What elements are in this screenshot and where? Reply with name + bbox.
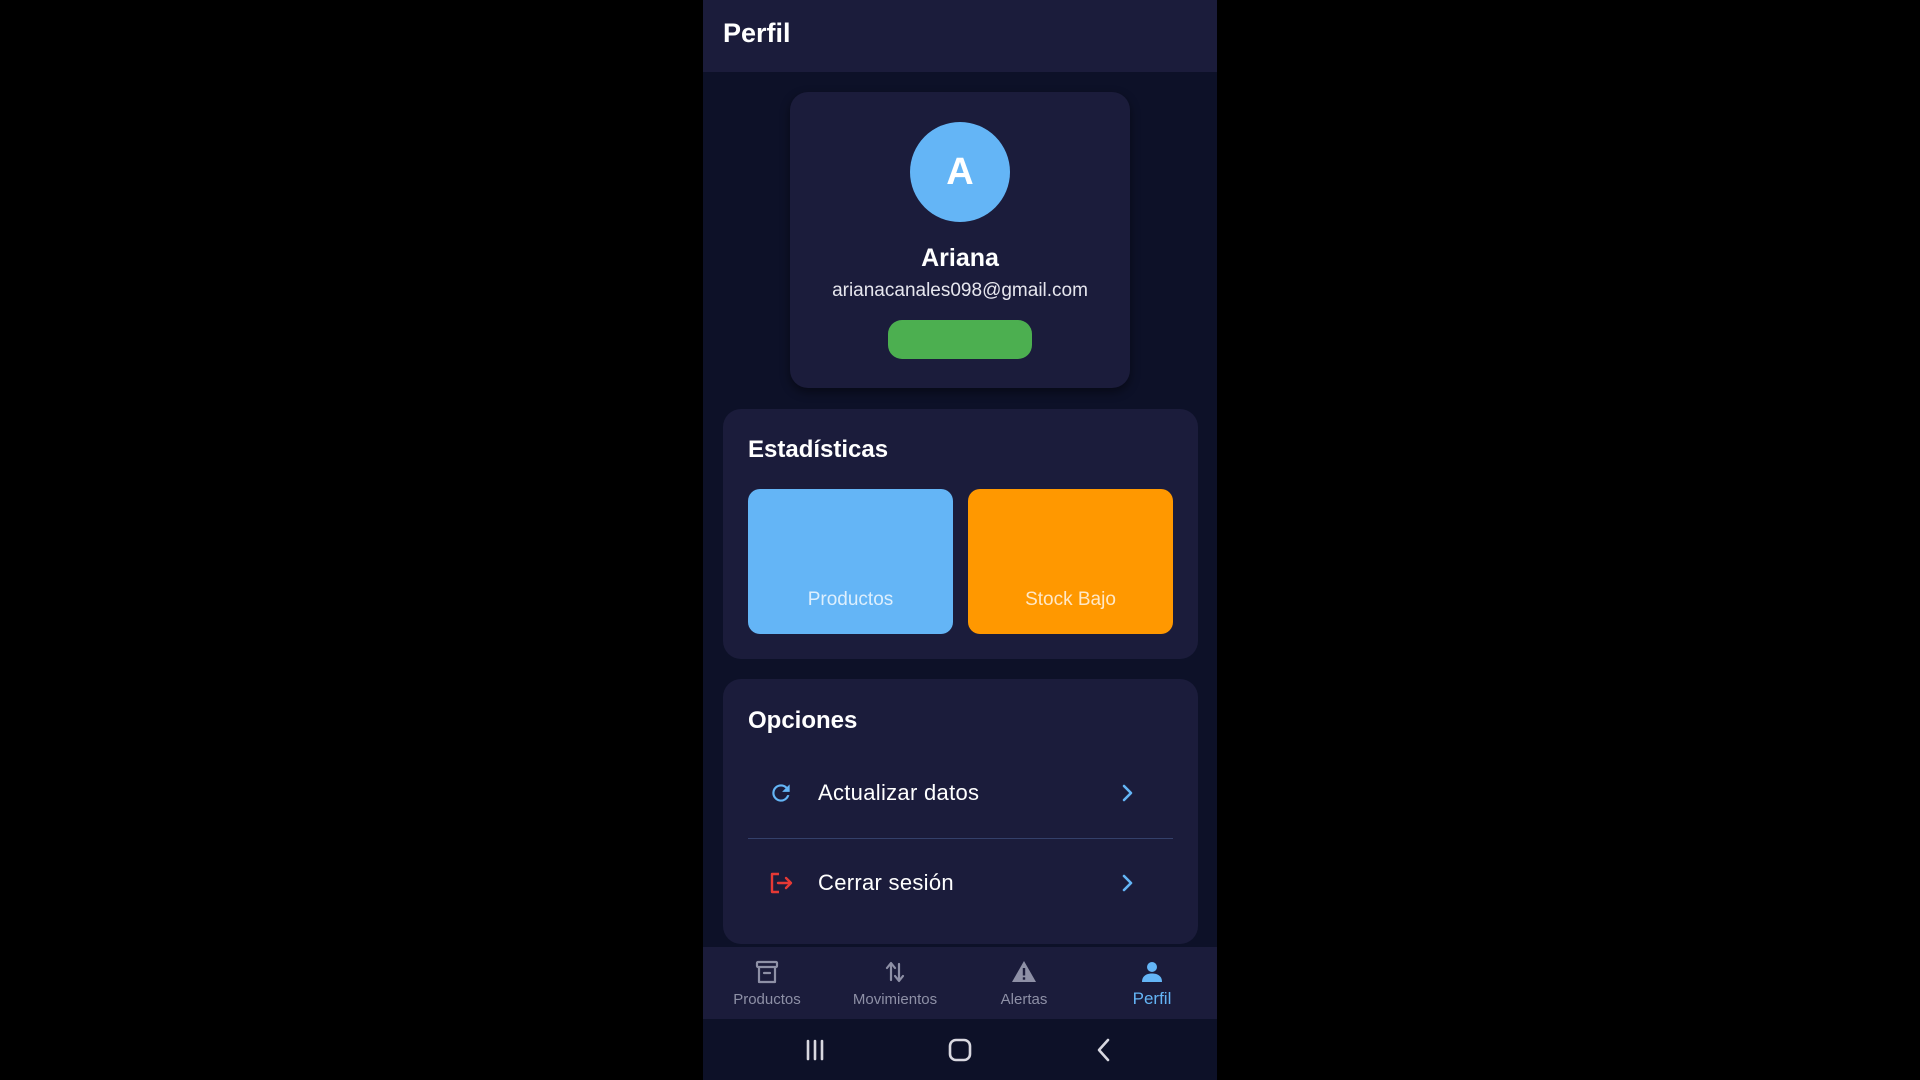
nav-item-productos[interactable]: Productos (703, 947, 831, 1019)
chevron-right-icon (1122, 784, 1133, 802)
page-title: Perfil (723, 18, 791, 48)
profile-name: Ariana (921, 244, 999, 272)
avatar-initial: A (946, 150, 974, 193)
logout-icon (770, 872, 793, 894)
swap-vertical-icon (885, 961, 905, 983)
stat-tile-low-stock[interactable]: Stock Bajo (968, 489, 1173, 634)
nav-label-productos: Productos (733, 991, 801, 1008)
profile-email: arianacanales098@gmail.com (832, 280, 1088, 301)
bottom-navigation: Productos Movimientos Alertas Perfil (703, 947, 1217, 1019)
warning-icon (1012, 961, 1036, 982)
role-badge (888, 320, 1032, 359)
nav-label-alertas: Alertas (1000, 991, 1048, 1008)
options-card: Opciones Actualizar datos Cerrar sesión (723, 679, 1198, 944)
option-logout[interactable]: Cerrar sesión (748, 838, 1173, 926)
person-icon (1142, 962, 1162, 982)
back-icon[interactable] (1089, 1035, 1119, 1065)
profile-card: A Ariana arianacanales098@gmail.com (790, 92, 1130, 388)
phone-screen: Perfil A Ariana arianacanales098@gmail.c… (703, 0, 1217, 1080)
avatar: A (910, 122, 1010, 222)
options-title: Opciones (748, 707, 858, 734)
archive-box-icon (755, 960, 779, 984)
stat-tile-products[interactable]: Productos (748, 489, 953, 634)
option-refresh-data[interactable]: Actualizar datos (748, 748, 1173, 836)
option-label-refresh: Actualizar datos (818, 780, 980, 805)
nav-item-movimientos[interactable]: Movimientos (831, 947, 959, 1019)
refresh-icon (772, 784, 790, 802)
nav-item-alertas[interactable]: Alertas (960, 947, 1088, 1019)
home-icon[interactable] (945, 1035, 975, 1065)
stat-label-low-stock: Stock Bajo (1025, 589, 1116, 610)
app-bar: Perfil (703, 0, 1217, 72)
statistics-card: Estadísticas Productos Stock Bajo (723, 409, 1198, 659)
nav-label-perfil: Perfil (1132, 989, 1172, 1008)
stat-label-products: Productos (807, 589, 894, 610)
system-navigation-bar (703, 1019, 1217, 1080)
nav-label-movimientos: Movimientos (852, 991, 938, 1008)
recent-apps-icon[interactable] (800, 1035, 830, 1065)
chevron-right-icon (1122, 874, 1133, 892)
option-label-logout: Cerrar sesión (818, 870, 954, 895)
statistics-title: Estadísticas (748, 436, 889, 463)
nav-item-perfil[interactable]: Perfil (1088, 947, 1216, 1019)
